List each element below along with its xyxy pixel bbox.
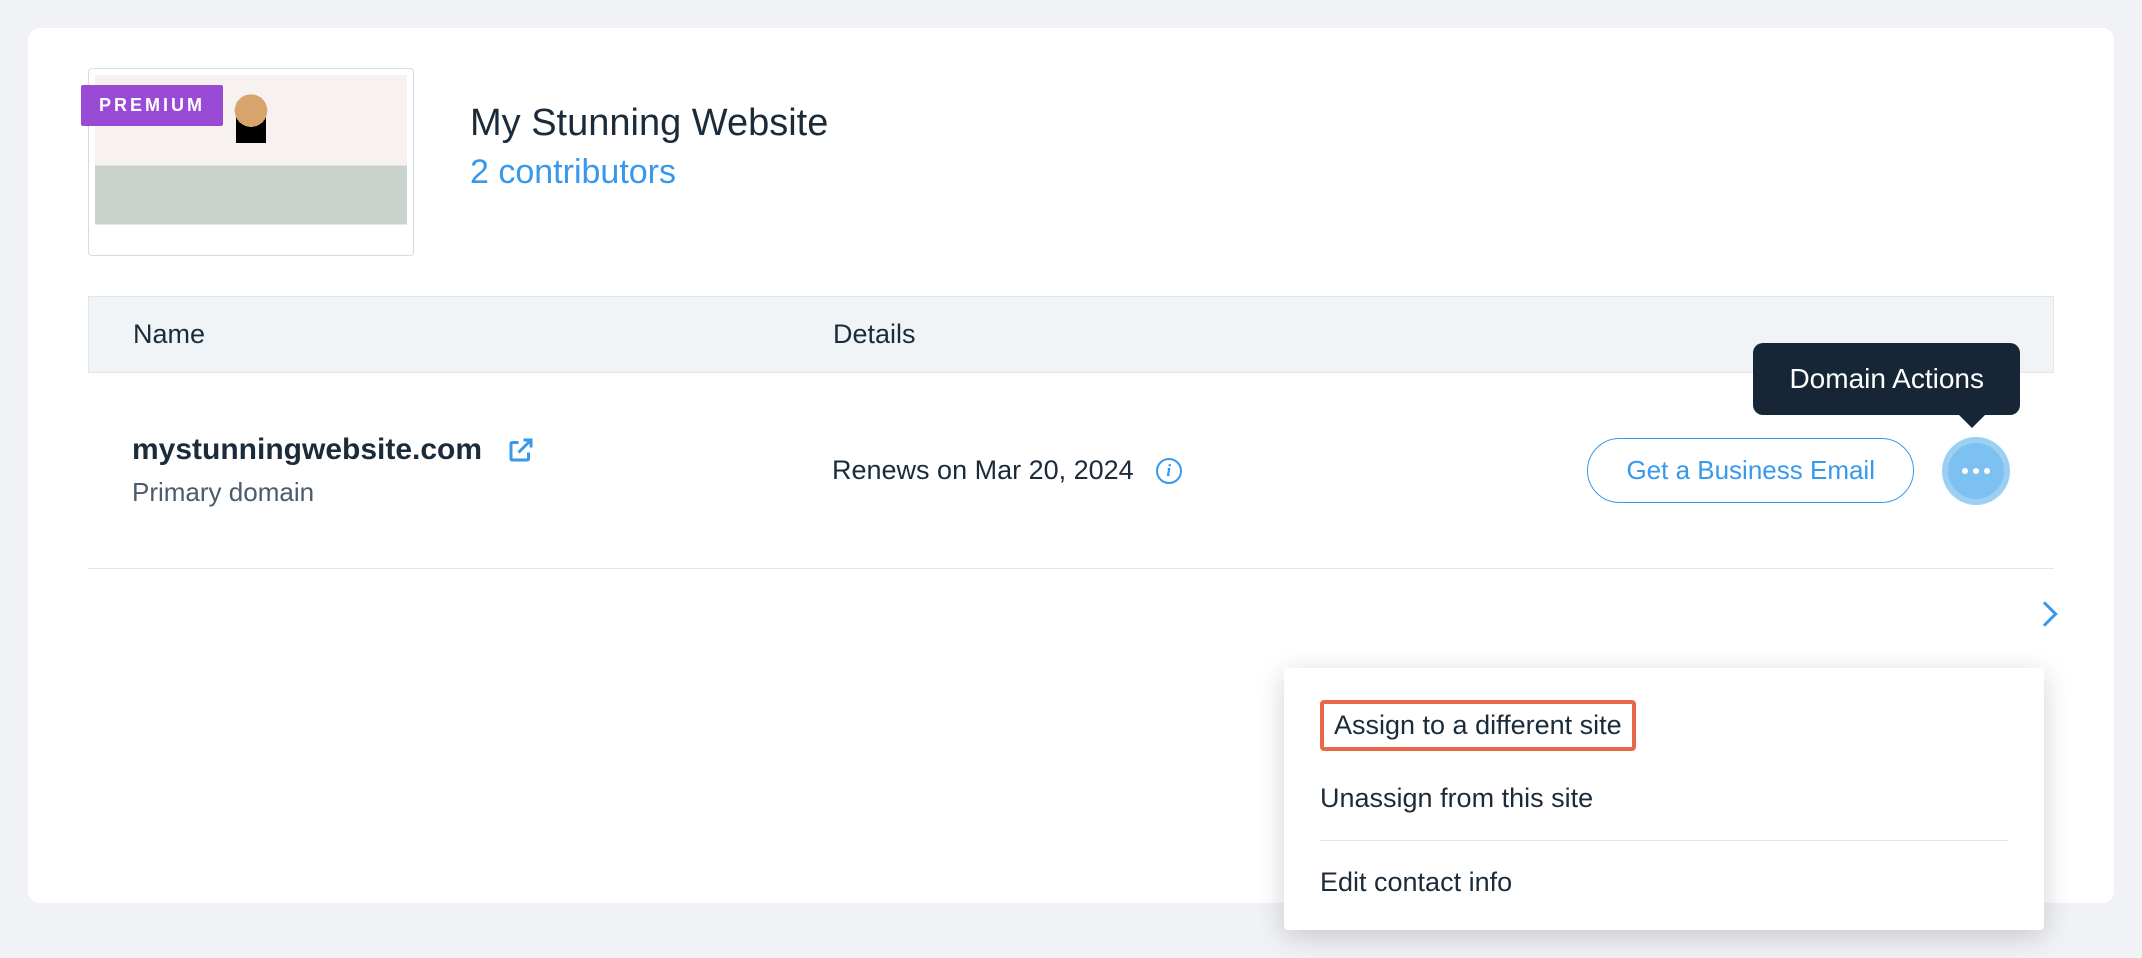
domain-row: mystunningwebsite.com Primary domain Ren… [88,373,2054,569]
column-name: Name [133,319,833,350]
menu-unassign-from-site[interactable]: Unassign from this site [1284,767,2044,830]
external-link-icon[interactable] [506,435,536,465]
domain-name: mystunningwebsite.com [132,433,482,467]
domain-actions-tooltip: Domain Actions [1753,343,2020,415]
domain-name-line: mystunningwebsite.com [132,433,832,467]
menu-edit-contact-info[interactable]: Edit contact info [1284,851,2044,914]
thumbnail-figure [222,89,280,161]
domain-actions-menu: Assign to a different site Unassign from… [1284,668,2044,930]
renewal-text: Renews on Mar 20, 2024 [832,455,1134,486]
domain-subtitle: Primary domain [132,477,832,508]
site-card: PREMIUM My Stunning Website 2 contributo… [28,28,2114,903]
menu-assign-different-site[interactable]: Assign to a different site [1284,684,2044,767]
premium-badge: PREMIUM [81,85,223,126]
get-business-email-button[interactable]: Get a Business Email [1587,438,1914,503]
more-dots-icon [1948,443,2004,499]
site-header: PREMIUM My Stunning Website 2 contributo… [28,68,2114,296]
domain-info: mystunningwebsite.com Primary domain [132,433,832,508]
info-icon[interactable]: i [1156,458,1182,484]
chevron-right-icon[interactable] [2032,601,2057,626]
domain-details: Renews on Mar 20, 2024 i [832,455,1587,486]
row-actions: Get a Business Email Domain Actions [1587,437,2010,505]
next-row [28,569,2114,659]
more-actions-button[interactable]: Domain Actions [1942,437,2010,505]
contributors-link[interactable]: 2 contributors [470,153,828,192]
menu-separator [1320,840,2008,841]
site-thumbnail[interactable]: PREMIUM [88,68,414,256]
site-title: My Stunning Website [470,102,828,145]
site-meta: My Stunning Website 2 contributors [470,68,828,192]
